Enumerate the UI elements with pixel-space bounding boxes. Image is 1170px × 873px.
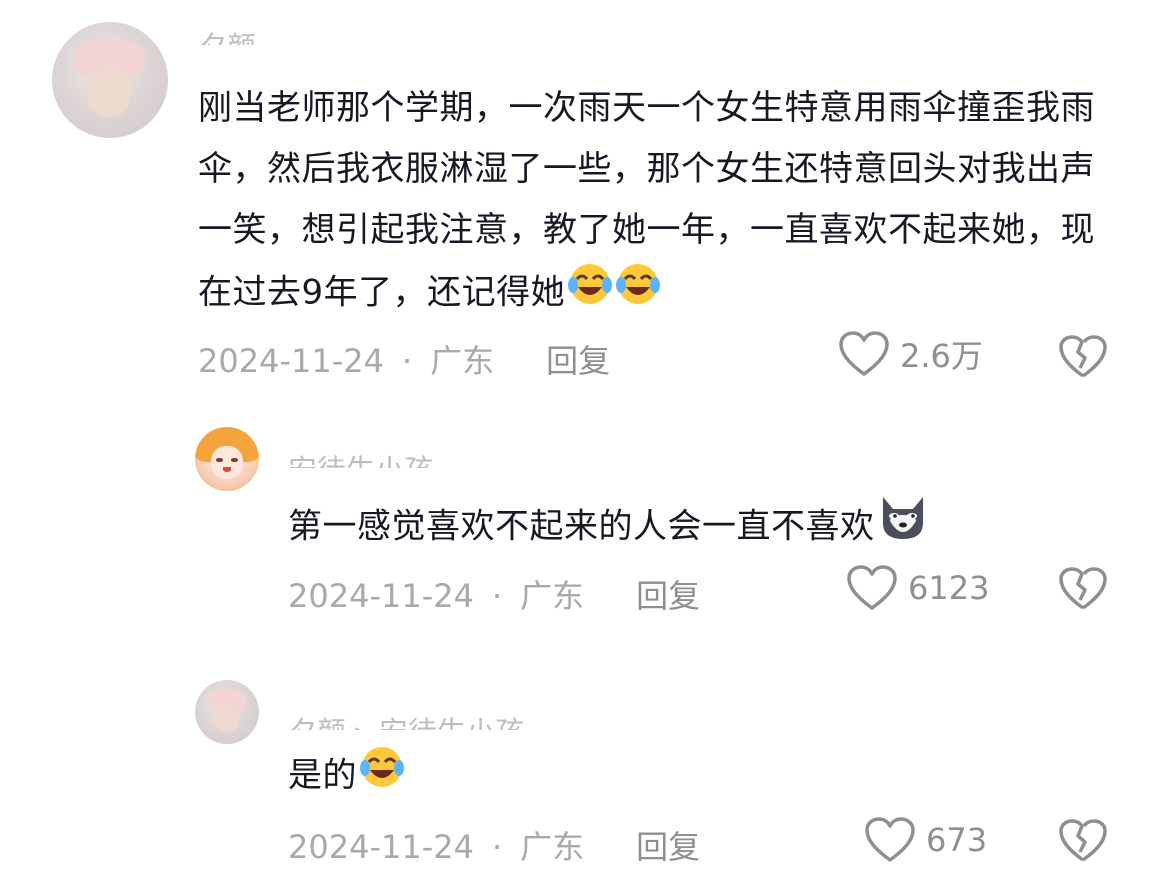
dislike-button[interactable] <box>1058 334 1108 384</box>
heart-icon <box>839 331 889 376</box>
comment-text: 第一感觉喜欢不起来的人会一直不喜欢 <box>288 493 1108 563</box>
avatar[interactable] <box>195 680 259 744</box>
like-count: 673 <box>926 821 988 859</box>
comment-3: 夕颜 ▸ 安徒生小孩 是的 2024-11-24·广东回复 673 <box>0 640 1170 873</box>
comment-location: 广东 <box>520 828 585 866</box>
like-button[interactable]: 2.6万 <box>838 330 983 378</box>
username[interactable]: 安徒生小孩 <box>288 448 433 468</box>
avatar[interactable] <box>195 427 259 491</box>
comment-1: 夕颜 刚当老师那个学期，一次雨天一个女生特意用雨伞撞歪我雨伞，然后我衣服淋湿了一… <box>0 0 1170 400</box>
comment-location: 广东 <box>430 342 495 380</box>
broken-heart-icon <box>1059 567 1107 610</box>
doge-emoji <box>877 493 929 563</box>
comment-text: 是的 <box>288 744 1108 810</box>
comment-date: 2024-11-24 <box>198 342 384 380</box>
reply-button[interactable]: 回复 <box>636 577 700 615</box>
broken-heart-icon <box>1059 335 1107 378</box>
comment-2: 安徒生小孩 第一感觉喜欢不起来的人会一直不喜欢 2024-11-24·广东回复 … <box>0 400 1170 640</box>
comment-meta: 2024-11-24 · 广东 回复 <box>198 342 611 380</box>
comment-meta: 2024-11-24 · 广东 回复 <box>288 577 701 615</box>
like-count: 6123 <box>908 569 990 607</box>
comment-meta: 2024-11-24 · 广东 回复 <box>288 828 701 866</box>
dislike-button[interactable] <box>1058 566 1108 616</box>
avatar[interactable] <box>52 22 168 138</box>
broken-heart-icon <box>1059 819 1107 862</box>
laugh-cry-emoji <box>615 261 661 327</box>
like-button[interactable]: 6123 <box>846 564 989 612</box>
heart-icon <box>847 565 897 610</box>
username[interactable]: 夕颜 <box>198 25 256 45</box>
laugh-cry-emoji <box>567 261 613 327</box>
reply-button[interactable]: 回复 <box>636 828 700 866</box>
reply-button[interactable]: 回复 <box>546 342 610 380</box>
comment-date: 2024-11-24 <box>288 828 474 866</box>
comment-location: 广东 <box>520 577 585 615</box>
comment-date: 2024-11-24 <box>288 577 474 615</box>
username[interactable]: 夕颜 ▸ 安徒生小孩 <box>288 710 524 730</box>
heart-icon <box>865 817 915 862</box>
like-button[interactable]: 673 <box>864 816 987 864</box>
dislike-button[interactable] <box>1058 818 1108 868</box>
laugh-cry-emoji <box>359 744 405 810</box>
like-count: 2.6万 <box>900 337 983 375</box>
comment-text: 刚当老师那个学期，一次雨天一个女生特意用雨伞撞歪我雨伞，然后我衣服淋湿了一些，那… <box>198 78 1118 327</box>
